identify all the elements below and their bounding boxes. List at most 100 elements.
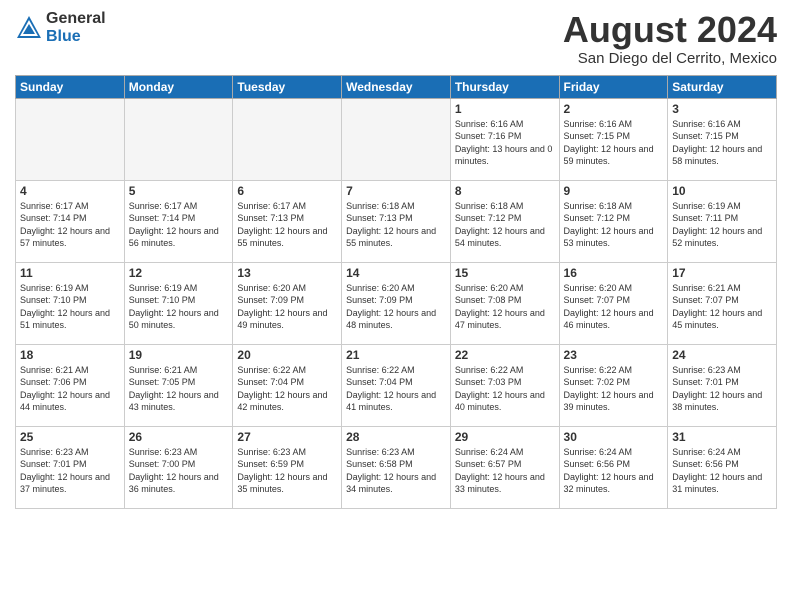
day-cell: 1 Sunrise: 6:16 AMSunset: 7:16 PMDaylight… (450, 98, 559, 180)
day-info: Sunrise: 6:20 AMSunset: 7:09 PMDaylight:… (237, 282, 337, 332)
day-info: Sunrise: 6:16 AMSunset: 7:15 PMDaylight:… (672, 118, 772, 168)
day-info: Sunrise: 6:22 AMSunset: 7:04 PMDaylight:… (346, 364, 446, 414)
day-info: Sunrise: 6:20 AMSunset: 7:09 PMDaylight:… (346, 282, 446, 332)
day-info: Sunrise: 6:20 AMSunset: 7:07 PMDaylight:… (564, 282, 664, 332)
day-info: Sunrise: 6:16 AMSunset: 7:15 PMDaylight:… (564, 118, 664, 168)
col-thursday: Thursday (450, 75, 559, 98)
day-number: 16 (564, 266, 664, 280)
week-row-3: 18 Sunrise: 6:21 AMSunset: 7:06 PMDayligh… (16, 344, 777, 426)
day-info: Sunrise: 6:18 AMSunset: 7:12 PMDaylight:… (564, 200, 664, 250)
day-cell: 14Sunrise: 6:20 AMSunset: 7:09 PMDayligh… (342, 262, 451, 344)
day-cell: 18 Sunrise: 6:21 AMSunset: 7:06 PMDayligh… (16, 344, 125, 426)
col-tuesday: Tuesday (233, 75, 342, 98)
page: General Blue August 2024 San Diego del C… (0, 0, 792, 612)
day-number: 30 (564, 430, 664, 444)
day-info: Sunrise: 6:18 AMSunset: 7:13 PMDaylight:… (346, 200, 446, 250)
day-number: 31 (672, 430, 772, 444)
day-info: Sunrise: 6:17 AMSunset: 7:14 PMDaylight:… (20, 200, 120, 250)
calendar-table: Sunday Monday Tuesday Wednesday Thursday… (15, 75, 777, 509)
day-info: Sunrise: 6:17 AMSunset: 7:13 PMDaylight:… (237, 200, 337, 250)
day-number: 6 (237, 184, 337, 198)
day-cell (233, 98, 342, 180)
day-cell (342, 98, 451, 180)
day-cell: 29 Sunrise: 6:24 AMSunset: 6:57 PMDayligh… (450, 426, 559, 508)
day-number: 5 (129, 184, 229, 198)
day-cell: 21 Sunrise: 6:22 AMSunset: 7:04 PMDayligh… (342, 344, 451, 426)
week-row-2: 11 Sunrise: 6:19 AMSunset: 7:10 PMDayligh… (16, 262, 777, 344)
day-cell: 31 Sunrise: 6:24 AMSunset: 6:56 PMDayligh… (668, 426, 777, 508)
day-info: Sunrise: 6:23 AMSunset: 6:58 PMDaylight:… (346, 446, 446, 496)
day-number: 13 (237, 266, 337, 280)
day-info: Sunrise: 6:24 AMSunset: 6:56 PMDaylight:… (672, 446, 772, 496)
day-number: 1 (455, 102, 555, 116)
day-cell: 9 Sunrise: 6:18 AMSunset: 7:12 PMDaylight… (559, 180, 668, 262)
logo-general-text: General (46, 10, 106, 28)
day-number: 28 (346, 430, 446, 444)
day-cell: 16 Sunrise: 6:20 AMSunset: 7:07 PMDayligh… (559, 262, 668, 344)
day-info: Sunrise: 6:19 AMSunset: 7:10 PMDaylight:… (129, 282, 229, 332)
day-cell: 4Sunrise: 6:17 AMSunset: 7:14 PMDaylight… (16, 180, 125, 262)
day-cell: 13 Sunrise: 6:20 AMSunset: 7:09 PMDayligh… (233, 262, 342, 344)
day-info: Sunrise: 6:24 AMSunset: 6:56 PMDaylight:… (564, 446, 664, 496)
col-friday: Friday (559, 75, 668, 98)
day-info: Sunrise: 6:17 AMSunset: 7:14 PMDaylight:… (129, 200, 229, 250)
day-number: 20 (237, 348, 337, 362)
week-row-1: 4Sunrise: 6:17 AMSunset: 7:14 PMDaylight… (16, 180, 777, 262)
day-number: 19 (129, 348, 229, 362)
header: General Blue August 2024 San Diego del C… (15, 10, 777, 67)
day-cell: 26 Sunrise: 6:23 AMSunset: 7:00 PMDayligh… (124, 426, 233, 508)
day-number: 25 (20, 430, 120, 444)
day-info: Sunrise: 6:19 AMSunset: 7:11 PMDaylight:… (672, 200, 772, 250)
day-number: 18 (20, 348, 120, 362)
day-cell (124, 98, 233, 180)
location-subtitle: San Diego del Cerrito, Mexico (563, 50, 777, 67)
day-info: Sunrise: 6:23 AMSunset: 7:00 PMDaylight:… (129, 446, 229, 496)
day-cell: 17 Sunrise: 6:21 AMSunset: 7:07 PMDayligh… (668, 262, 777, 344)
day-info: Sunrise: 6:22 AMSunset: 7:04 PMDaylight:… (237, 364, 337, 414)
day-number: 3 (672, 102, 772, 116)
day-cell: 12Sunrise: 6:19 AMSunset: 7:10 PMDayligh… (124, 262, 233, 344)
day-info: Sunrise: 6:21 AMSunset: 7:05 PMDaylight:… (129, 364, 229, 414)
day-number: 10 (672, 184, 772, 198)
day-info: Sunrise: 6:16 AMSunset: 7:16 PMDaylight:… (455, 118, 555, 168)
logo-blue-text: Blue (46, 28, 106, 46)
day-cell: 10 Sunrise: 6:19 AMSunset: 7:11 PMDayligh… (668, 180, 777, 262)
day-number: 29 (455, 430, 555, 444)
day-number: 26 (129, 430, 229, 444)
day-number: 17 (672, 266, 772, 280)
day-number: 9 (564, 184, 664, 198)
day-info: Sunrise: 6:24 AMSunset: 6:57 PMDaylight:… (455, 446, 555, 496)
day-cell: 2Sunrise: 6:16 AMSunset: 7:15 PMDaylight… (559, 98, 668, 180)
col-sunday: Sunday (16, 75, 125, 98)
day-number: 27 (237, 430, 337, 444)
day-number: 8 (455, 184, 555, 198)
col-monday: Monday (124, 75, 233, 98)
day-info: Sunrise: 6:22 AMSunset: 7:03 PMDaylight:… (455, 364, 555, 414)
day-info: Sunrise: 6:19 AMSunset: 7:10 PMDaylight:… (20, 282, 120, 332)
day-number: 15 (455, 266, 555, 280)
day-cell: 30 Sunrise: 6:24 AMSunset: 6:56 PMDayligh… (559, 426, 668, 508)
day-cell: 19 Sunrise: 6:21 AMSunset: 7:05 PMDayligh… (124, 344, 233, 426)
day-cell: 5 Sunrise: 6:17 AMSunset: 7:14 PMDaylight… (124, 180, 233, 262)
day-cell: 7 Sunrise: 6:18 AMSunset: 7:13 PMDaylight… (342, 180, 451, 262)
day-number: 7 (346, 184, 446, 198)
day-info: Sunrise: 6:21 AMSunset: 7:06 PMDaylight:… (20, 364, 120, 414)
col-wednesday: Wednesday (342, 75, 451, 98)
day-number: 11 (20, 266, 120, 280)
day-info: Sunrise: 6:21 AMSunset: 7:07 PMDaylight:… (672, 282, 772, 332)
day-cell: 20 Sunrise: 6:22 AMSunset: 7:04 PMDayligh… (233, 344, 342, 426)
day-info: Sunrise: 6:18 AMSunset: 7:12 PMDaylight:… (455, 200, 555, 250)
day-info: Sunrise: 6:22 AMSunset: 7:02 PMDaylight:… (564, 364, 664, 414)
day-info: Sunrise: 6:23 AMSunset: 6:59 PMDaylight:… (237, 446, 337, 496)
day-number: 24 (672, 348, 772, 362)
week-row-0: 1 Sunrise: 6:16 AMSunset: 7:16 PMDaylight… (16, 98, 777, 180)
day-number: 21 (346, 348, 446, 362)
day-info: Sunrise: 6:23 AMSunset: 7:01 PMDaylight:… (20, 446, 120, 496)
col-saturday: Saturday (668, 75, 777, 98)
month-title: August 2024 (563, 10, 777, 50)
title-section: August 2024 San Diego del Cerrito, Mexic… (563, 10, 777, 67)
day-cell: 11 Sunrise: 6:19 AMSunset: 7:10 PMDayligh… (16, 262, 125, 344)
day-cell: 24Sunrise: 6:23 AMSunset: 7:01 PMDayligh… (668, 344, 777, 426)
day-cell: 22Sunrise: 6:22 AMSunset: 7:03 PMDayligh… (450, 344, 559, 426)
day-cell: 3 Sunrise: 6:16 AMSunset: 7:15 PMDaylight… (668, 98, 777, 180)
